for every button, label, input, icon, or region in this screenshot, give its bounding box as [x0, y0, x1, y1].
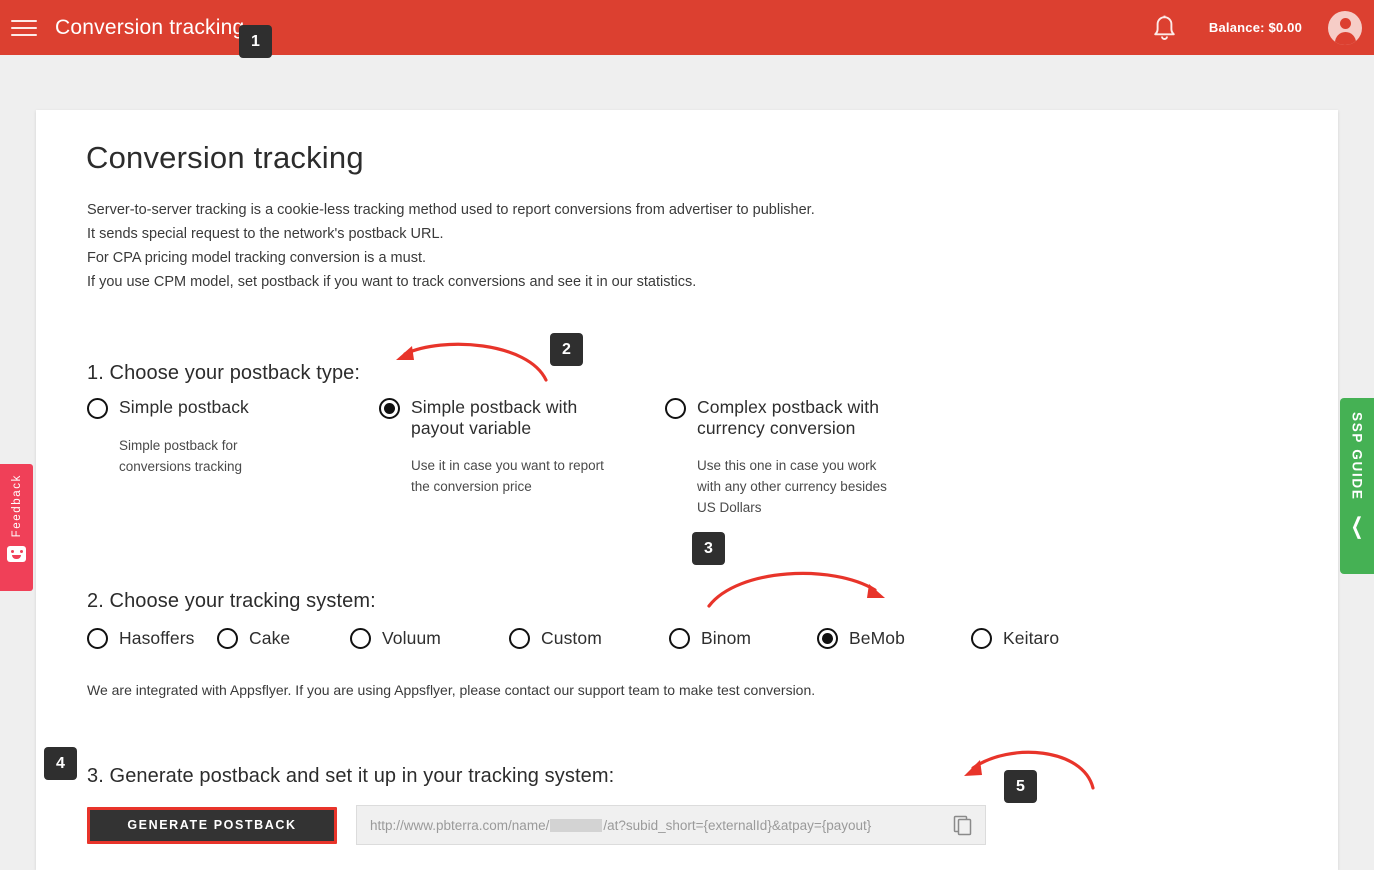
tracking-option-label: Cake	[249, 628, 291, 648]
page-title: Conversion tracking	[86, 140, 364, 175]
intro-line: Server-to-server tracking is a cookie-le…	[87, 202, 815, 218]
balance-label: Balance: $0.00	[1208, 20, 1302, 35]
user-avatar-icon[interactable]	[1328, 10, 1362, 45]
postback-type-option-simple[interactable]: Simple postback Simple postback for conv…	[87, 397, 387, 477]
tracking-option-label: BeMob	[849, 628, 905, 648]
step1-title: 1. Choose your postback type:	[87, 362, 361, 384]
tracking-option-cake[interactable]: Cake	[217, 628, 350, 649]
tracking-option-hasoffers[interactable]: Hasoffers	[87, 628, 217, 649]
chevron-left-icon: ❮	[1350, 513, 1364, 540]
tracking-option-bemob[interactable]: BeMob	[817, 628, 971, 649]
postback-url-prefix: http://www.pbterra.com/name/	[370, 817, 550, 833]
postback-type-option-complex[interactable]: Complex postback with currency conversio…	[665, 397, 985, 518]
option-label: Simple postback	[119, 397, 249, 417]
generate-postback-button[interactable]: GENERATE POSTBACK	[87, 806, 337, 844]
option-description: Simple postback for conversions tracking	[119, 438, 243, 474]
step3-title: 3. Generate postback and set it up in yo…	[87, 765, 615, 787]
tracking-option-label: Binom	[701, 628, 752, 648]
radio-keitaro[interactable]	[971, 628, 992, 649]
tracking-system-options: Hasoffers Cake Voluum Custom Binom BeMob	[87, 628, 1059, 649]
radio-simple-postback[interactable]	[87, 398, 108, 419]
notification-bell-icon[interactable]	[1143, 7, 1185, 49]
radio-simple-postback-payout[interactable]	[379, 398, 400, 419]
header-actions: Balance: $0.00	[1143, 7, 1374, 49]
postback-url-field[interactable]: http://www.pbterra.com/name/ /at?subid_s…	[356, 805, 986, 845]
tracking-option-custom[interactable]: Custom	[509, 628, 669, 649]
smiley-face-icon	[7, 546, 26, 563]
app-title: Conversion tracking	[55, 15, 245, 39]
callout-badge-5: 5	[1004, 770, 1037, 803]
radio-voluum[interactable]	[350, 628, 371, 649]
content-card: Conversion tracking Server-to-server tra…	[36, 110, 1338, 870]
postback-type-section: 1. Choose your postback type: Simple pos…	[87, 362, 1087, 515]
tracking-option-label: Hasoffers	[119, 628, 195, 648]
generate-postback-section: 3. Generate postback and set it up in yo…	[87, 765, 1287, 845]
step2-title: 2. Choose your tracking system:	[87, 590, 376, 612]
option-label: Complex postback with currency conversio…	[697, 397, 880, 438]
tracking-option-keitaro[interactable]: Keitaro	[971, 628, 1059, 649]
tracking-system-section: 2. Choose your tracking system: Hasoffer…	[87, 590, 1237, 698]
radio-bemob[interactable]	[817, 628, 838, 649]
ssp-guide-tab-label: SSP GUIDE	[1349, 412, 1365, 501]
tracking-option-label: Voluum	[382, 628, 441, 648]
app-header: Conversion tracking Balance: $0.00	[0, 0, 1374, 55]
postback-url-suffix: /at?subid_short={externalId}&atpay={payo…	[603, 817, 872, 833]
callout-badge-3: 3	[692, 532, 725, 565]
intro-line: For CPA pricing model tracking conversio…	[87, 250, 427, 266]
radio-custom[interactable]	[509, 628, 530, 649]
intro-line: If you use CPM model, set postback if yo…	[87, 274, 697, 290]
callout-badge-1: 1	[239, 25, 272, 58]
redacted-segment	[550, 818, 603, 832]
appsflyer-note: We are integrated with Appsflyer. If you…	[87, 682, 816, 698]
radio-cake[interactable]	[217, 628, 238, 649]
intro-line: It sends special request to the network'…	[87, 226, 444, 242]
tracking-option-voluum[interactable]: Voluum	[350, 628, 509, 649]
generate-postback-row: GENERATE POSTBACK http://www.pbterra.com…	[87, 805, 986, 845]
option-label: Simple postback with payout variable	[411, 397, 578, 438]
feedback-tab[interactable]: Feedback	[0, 464, 33, 591]
radio-binom[interactable]	[669, 628, 690, 649]
option-description: Use this one in case you work with any o…	[697, 458, 887, 515]
ssp-guide-tab[interactable]: SSP GUIDE ❮	[1340, 398, 1374, 574]
hamburger-menu-icon[interactable]	[11, 18, 37, 38]
copy-icon[interactable]	[952, 814, 974, 836]
tracking-option-label: Keitaro	[1003, 628, 1060, 648]
feedback-tab-label: Feedback	[10, 474, 23, 538]
radio-complex-postback[interactable]	[665, 398, 686, 419]
callout-badge-4: 4	[44, 747, 77, 780]
tracking-option-label: Custom	[541, 628, 602, 648]
postback-type-option-payout[interactable]: Simple postback with payout variable Use…	[379, 397, 679, 497]
intro-paragraph: Server-to-server tracking is a cookie-le…	[87, 198, 815, 294]
tracking-option-binom[interactable]: Binom	[669, 628, 817, 649]
radio-hasoffers[interactable]	[87, 628, 108, 649]
postback-url-text: http://www.pbterra.com/name/ /at?subid_s…	[370, 818, 952, 833]
option-description: Use it in case you want to report the co…	[411, 458, 604, 494]
callout-badge-2: 2	[550, 333, 583, 366]
